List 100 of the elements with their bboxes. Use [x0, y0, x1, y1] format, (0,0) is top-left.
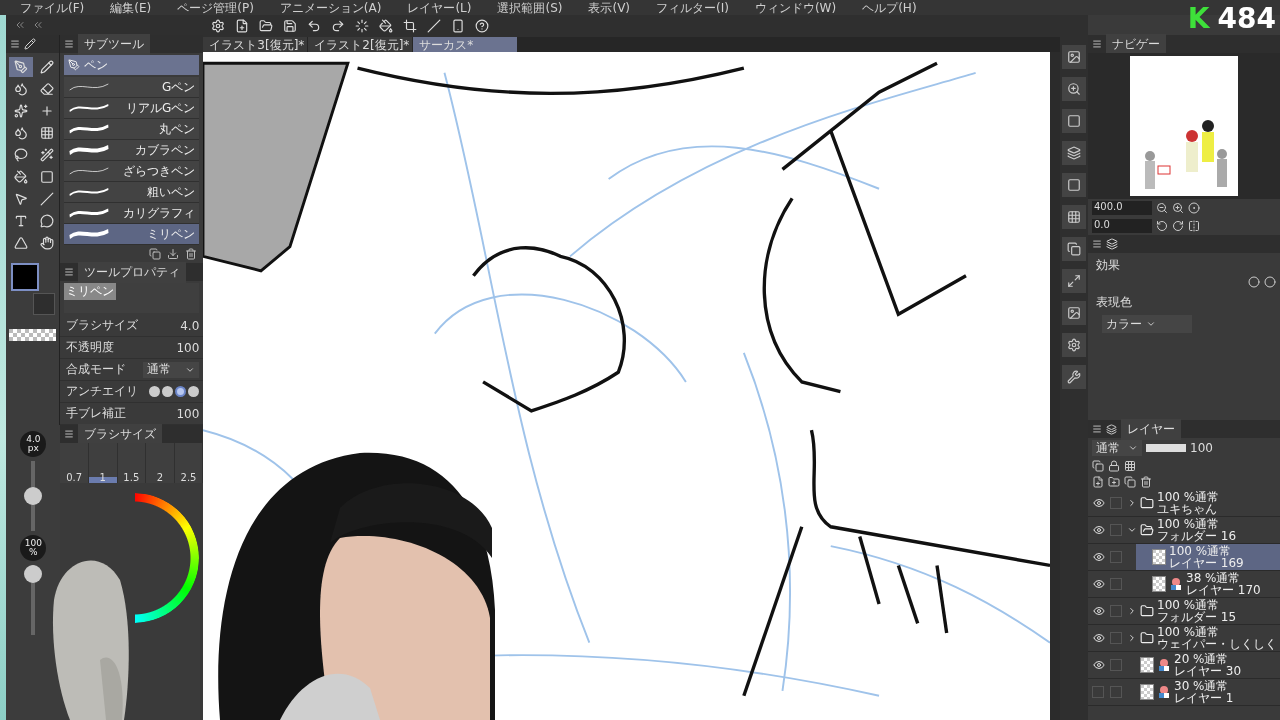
new-layer-icon[interactable]: [1092, 476, 1104, 488]
rotation-field[interactable]: 0.0: [1092, 219, 1152, 233]
layer-item[interactable]: 100 %通常 フォルダー 16: [1124, 517, 1280, 543]
trash-icon[interactable]: [1140, 476, 1152, 488]
panel-button[interactable]: [1062, 45, 1087, 69]
panel-button[interactable]: [1062, 205, 1087, 229]
panel-button[interactable]: [1062, 237, 1087, 261]
opacity-value[interactable]: 100: [1190, 441, 1213, 455]
pencil-icon[interactable]: [24, 38, 37, 50]
sub-color-swatch[interactable]: [33, 293, 56, 315]
layer-item[interactable]: 100 %通常 フォルダー 15: [1124, 598, 1280, 624]
document-tab[interactable]: イラスト3[復元]*: [203, 37, 308, 52]
rotate-right-icon[interactable]: [1172, 220, 1184, 232]
menu-item[interactable]: 編集(E): [110, 1, 152, 15]
crop-icon[interactable]: [403, 19, 418, 33]
menu-icon[interactable]: [1092, 39, 1102, 49]
property-value[interactable]: 100: [176, 406, 200, 421]
zoom-out-icon[interactable]: [1156, 202, 1168, 214]
main-color-swatch[interactable]: [11, 263, 40, 291]
menu-item[interactable]: レイヤー(L): [407, 1, 472, 15]
panel-button[interactable]: [1062, 173, 1087, 197]
antialias-option[interactable]: [149, 386, 161, 397]
panel-tab[interactable]: サブツール: [78, 33, 151, 55]
antialias-option[interactable]: [188, 386, 200, 397]
menu-item[interactable]: フィルター(I): [656, 1, 729, 15]
loader-icon[interactable]: [355, 19, 370, 33]
zoom-field[interactable]: 400.0: [1092, 201, 1152, 215]
size-preset[interactable]: 2: [146, 443, 175, 483]
menu-item[interactable]: ヘルプ(H): [862, 1, 917, 15]
panel-tab[interactable]: レイヤー: [1121, 418, 1181, 440]
trash-icon[interactable]: [185, 248, 198, 260]
opacity-slider[interactable]: [1146, 444, 1186, 452]
folder-icon[interactable]: [259, 19, 274, 33]
fill-icon[interactable]: [379, 19, 394, 33]
menu-item[interactable]: ウィンドウ(W): [754, 1, 837, 15]
panel-button[interactable]: [1062, 269, 1087, 293]
blend-dropdown[interactable]: 通常: [143, 361, 200, 378]
panel-button[interactable]: [1062, 365, 1087, 389]
layer-item[interactable]: 30 %通常 レイヤー 1: [1124, 679, 1280, 705]
antialias-option[interactable]: [175, 386, 187, 397]
lock-icon[interactable]: [1108, 460, 1120, 472]
new-folder-icon[interactable]: [1108, 476, 1120, 488]
copy-icon[interactable]: [1092, 460, 1104, 472]
panel-tab[interactable]: ツールプロパティ: [78, 261, 187, 283]
slider-thumb[interactable]: [24, 487, 43, 505]
layer-item[interactable]: 100 %通常 ウェイパー・しくしく: [1124, 625, 1280, 651]
layer-item[interactable]: 38 %通常 レイヤー 170: [1136, 571, 1280, 597]
lock-checkbox[interactable]: [1110, 686, 1122, 698]
undo-icon[interactable]: [307, 19, 322, 33]
antialias-option[interactable]: [162, 386, 174, 397]
slider-thumb[interactable]: [24, 565, 43, 583]
import-icon[interactable]: [167, 248, 180, 260]
subtool-group[interactable]: ペン: [64, 55, 200, 75]
brush-item[interactable]: リアルGペン: [64, 98, 200, 119]
brush-item[interactable]: カブラペン: [64, 140, 200, 161]
help-icon[interactable]: [475, 19, 490, 33]
flip-icon[interactable]: [1188, 220, 1200, 232]
panel-button[interactable]: [1062, 141, 1087, 165]
blend-dropdown[interactable]: 通常: [1092, 440, 1142, 456]
redo-icon[interactable]: [331, 19, 346, 33]
size-preset[interactable]: 2.5: [174, 443, 204, 483]
menu-item[interactable]: 選択範囲(S): [497, 1, 563, 15]
layer-item[interactable]: 100 %通常 ユキちゃん: [1124, 490, 1280, 516]
layer-item[interactable]: 100 %通常 レイヤー 169: [1136, 544, 1280, 570]
menu-icon[interactable]: [10, 39, 21, 49]
lock-checkbox[interactable]: [1110, 497, 1122, 509]
color-mode-dropdown[interactable]: カラー: [1102, 315, 1192, 333]
panel-button[interactable]: [1062, 333, 1087, 357]
menu-icon[interactable]: [64, 429, 75, 439]
rotate-left-icon[interactable]: [1156, 220, 1168, 232]
property-value[interactable]: 4.0: [180, 318, 200, 333]
menu-icon[interactable]: [1092, 424, 1102, 434]
brush-item[interactable]: ミリペン: [64, 224, 200, 245]
menu-item[interactable]: ページ管理(P): [177, 1, 254, 15]
effect-icon[interactable]: [1264, 276, 1276, 288]
zoom-in-icon[interactable]: [1172, 202, 1184, 214]
lock-checkbox[interactable]: [1110, 578, 1122, 590]
document-tab[interactable]: イラスト2[復元]*: [308, 37, 413, 52]
document-tab[interactable]: サーカス*: [413, 37, 518, 52]
panel-button[interactable]: [1062, 77, 1087, 101]
copy-icon[interactable]: [1124, 476, 1136, 488]
save-icon[interactable]: [283, 19, 298, 33]
menu-item[interactable]: ファイル(F): [20, 1, 85, 15]
chevron-right-icon[interactable]: [1127, 633, 1137, 643]
brush-item[interactable]: 粗いペン: [64, 182, 200, 203]
tool-button[interactable]: [9, 57, 34, 77]
size-preset[interactable]: 1.5: [117, 443, 147, 483]
panel-button[interactable]: [1062, 301, 1087, 325]
grid-icon[interactable]: [1124, 460, 1136, 472]
menu-icon[interactable]: [64, 267, 75, 277]
lock-checkbox[interactable]: [1110, 551, 1122, 563]
chevron-right-icon[interactable]: [1127, 498, 1137, 508]
lock-checkbox[interactable]: [1110, 524, 1122, 536]
new-file-icon[interactable]: [235, 19, 250, 33]
size-preset[interactable]: 0.7: [60, 443, 89, 483]
brush-item[interactable]: Gペン: [64, 77, 200, 98]
lock-checkbox[interactable]: [1110, 632, 1122, 644]
lock-checkbox[interactable]: [1110, 605, 1122, 617]
property-value[interactable]: 100: [176, 340, 200, 355]
brush-item[interactable]: カリグラフィ: [64, 203, 200, 224]
